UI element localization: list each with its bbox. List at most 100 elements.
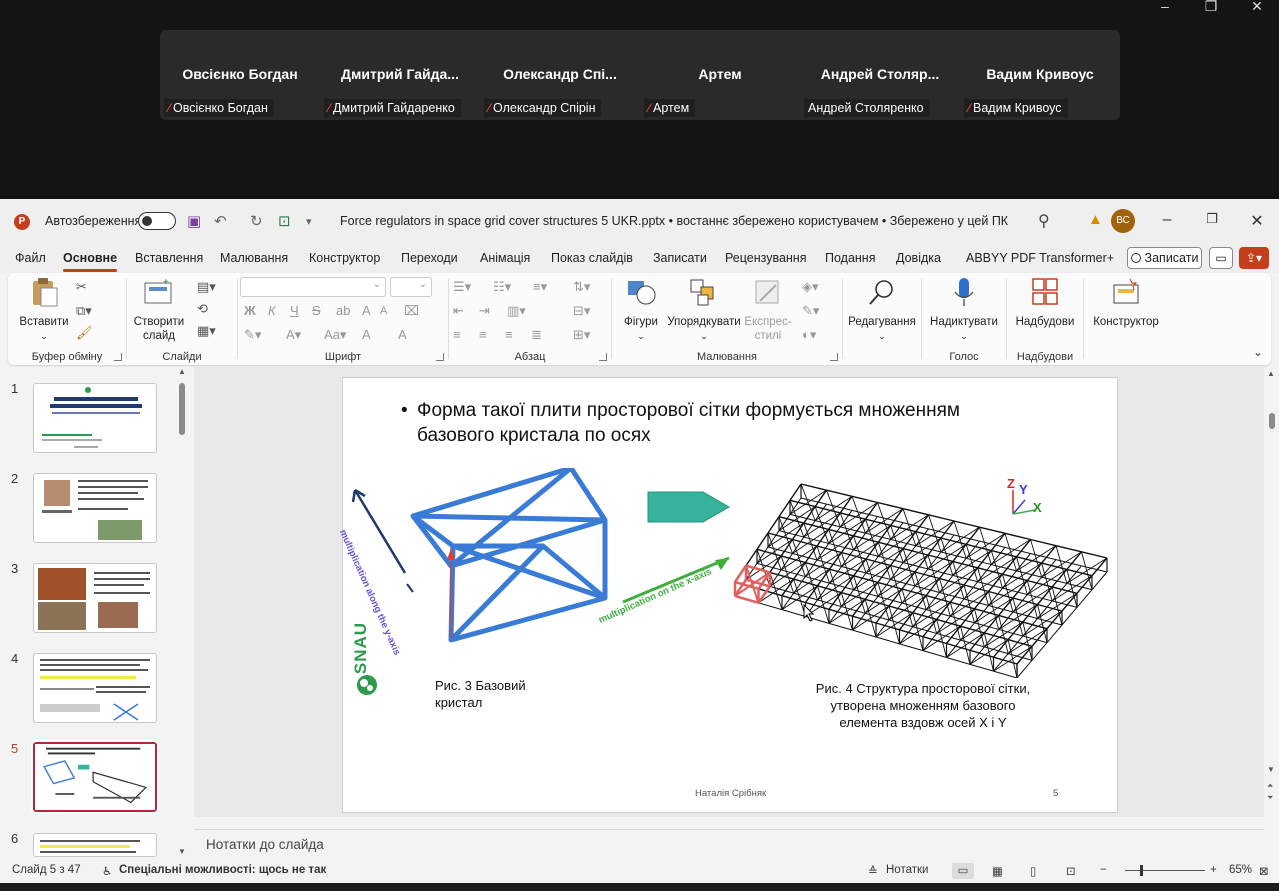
shapes-button[interactable]: Фігури ⌄ bbox=[616, 277, 666, 343]
slide-scrollbar[interactable]: ▲ ▼ ⏶ ⏷ bbox=[1265, 367, 1279, 817]
increase-indent-icon[interactable]: ⇥ bbox=[479, 303, 490, 319]
align-center-icon[interactable]: ≡ bbox=[479, 327, 487, 342]
right-arrow-shape[interactable] bbox=[647, 490, 731, 524]
figure-3-caption[interactable]: Рис. 3 Базовий кристал bbox=[435, 677, 526, 711]
tab-slideshow[interactable]: Показ слайдів bbox=[551, 251, 633, 265]
tab-draw[interactable]: Малювання bbox=[220, 251, 288, 265]
tab-insert[interactable]: Вставлення bbox=[135, 251, 203, 265]
dialog-launcher-icon[interactable] bbox=[436, 353, 444, 361]
line-spacing-icon[interactable]: ≡▾ bbox=[533, 279, 547, 295]
notes-pane[interactable]: Нотатки до слайда bbox=[194, 829, 1264, 857]
scrollbar-thumb[interactable] bbox=[1269, 413, 1275, 429]
participant-tile[interactable]: Овсієнко Богдан ⁄ Овсієнко Богдан bbox=[160, 30, 320, 120]
character-spacing-icon[interactable]: ab bbox=[336, 303, 350, 318]
participant-tile[interactable]: Дмитрий Гайда... ⁄ Дмитрий Гайдаренко bbox=[320, 30, 480, 120]
tab-review[interactable]: Рецензування bbox=[725, 251, 806, 265]
close-icon[interactable]: ✕ bbox=[1247, 211, 1267, 231]
arrange-button[interactable]: Упорядкувати ⌄ bbox=[666, 277, 742, 343]
dialog-launcher-icon[interactable] bbox=[599, 353, 607, 361]
align-left-icon[interactable]: ≡ bbox=[453, 327, 461, 342]
scroll-down-icon[interactable]: ▼ bbox=[1267, 765, 1275, 774]
italic-button[interactable]: К bbox=[268, 303, 276, 318]
change-case-icon[interactable]: Aa▾ bbox=[324, 327, 346, 343]
next-slide-icon[interactable]: ⏷ bbox=[1267, 793, 1273, 803]
slide-bullet-text[interactable]: • Форма такої плити просторової сітки фо… bbox=[401, 398, 1061, 448]
zoom-slider[interactable] bbox=[1125, 870, 1205, 871]
slide-counter[interactable]: Слайд 5 з 47 bbox=[12, 864, 81, 876]
slideshow-icon[interactable]: ⊡ bbox=[1066, 864, 1076, 878]
collapse-ribbon-icon[interactable]: ⌄ bbox=[1253, 345, 1263, 359]
fit-to-window-icon[interactable]: ⊠ bbox=[1259, 864, 1269, 878]
restore-icon[interactable]: ❐ bbox=[1202, 211, 1222, 227]
text-direction-icon[interactable]: ⇅▾ bbox=[573, 279, 590, 295]
editing-button[interactable]: Редагування ⌄ bbox=[845, 277, 919, 343]
dialog-launcher-icon[interactable] bbox=[114, 353, 122, 361]
reading-view-icon[interactable]: ▯ bbox=[1030, 864, 1036, 878]
layout-icon[interactable]: ▤▾ bbox=[197, 279, 216, 295]
minimize-icon[interactable]: – bbox=[1150, 0, 1180, 13]
slide-thumbnail[interactable] bbox=[33, 563, 157, 633]
decrease-indent-icon[interactable]: ⇤ bbox=[453, 303, 464, 319]
reset-icon[interactable]: ⟲ bbox=[197, 301, 208, 317]
section-icon[interactable]: ▦▾ bbox=[197, 323, 216, 339]
current-slide[interactable]: • Форма такої плити просторової сітки фо… bbox=[337, 377, 1118, 813]
present-icon[interactable]: ⊡ bbox=[278, 212, 291, 230]
scroll-up-icon[interactable]: ▲ bbox=[178, 367, 186, 376]
minimize-icon[interactable]: – bbox=[1157, 211, 1177, 229]
record-button[interactable]: Записати bbox=[1127, 247, 1202, 269]
tab-view[interactable]: Подання bbox=[825, 251, 875, 265]
document-title[interactable]: Force regulators in space grid cover str… bbox=[340, 214, 1008, 228]
font-size-up-button[interactable]: A bbox=[362, 303, 371, 318]
scroll-down-icon[interactable]: ▼ bbox=[178, 847, 186, 856]
close-icon[interactable]: ✕ bbox=[1242, 0, 1272, 13]
tab-help[interactable]: Довідка bbox=[896, 251, 941, 265]
addins-button[interactable]: Надбудови bbox=[1011, 277, 1079, 329]
search-icon[interactable]: ⚲ bbox=[1038, 211, 1050, 231]
accessibility-status[interactable]: Спеціальні можливості: щось не так bbox=[119, 864, 326, 876]
clear-format-icon[interactable]: ⌧ bbox=[404, 303, 419, 319]
redo-icon[interactable]: ↻ bbox=[250, 212, 263, 230]
underline-button[interactable]: Ч bbox=[290, 303, 299, 318]
slide-thumbnail[interactable] bbox=[33, 653, 157, 723]
tab-file[interactable]: Файл bbox=[15, 251, 46, 265]
tab-animations[interactable]: Анімація bbox=[480, 251, 530, 265]
bold-button[interactable]: Ж bbox=[244, 303, 256, 318]
paste-button[interactable]: Вставити ⌄ bbox=[16, 277, 72, 343]
normal-view-icon[interactable]: ▭ bbox=[952, 863, 974, 879]
autosave-toggle[interactable] bbox=[138, 212, 176, 230]
participant-tile[interactable]: Олександр Спі... ⁄ Олександр Спірін bbox=[480, 30, 640, 120]
space-grid-structure-figure[interactable] bbox=[731, 478, 1111, 678]
save-icon[interactable]: ▣ bbox=[187, 212, 201, 230]
undo-icon[interactable]: ↶ bbox=[214, 212, 227, 230]
zoom-level[interactable]: 65% bbox=[1229, 864, 1252, 876]
columns-icon[interactable]: ▥▾ bbox=[507, 303, 526, 319]
dialog-launcher-icon[interactable] bbox=[830, 353, 838, 361]
accessibility-icon[interactable]: ♿ bbox=[102, 864, 112, 878]
scroll-up-icon[interactable]: ▲ bbox=[1267, 369, 1275, 378]
text-effect-icon[interactable]: A bbox=[398, 327, 407, 342]
smartart-icon[interactable]: ⊞▾ bbox=[573, 327, 590, 343]
tab-home[interactable]: Основне bbox=[63, 251, 118, 272]
warning-icon[interactable]: ▲ bbox=[1088, 211, 1103, 228]
zoom-out-button[interactable]: − bbox=[1100, 864, 1107, 876]
shape-outline-icon[interactable]: ✎▾ bbox=[802, 303, 819, 319]
strikethrough-button[interactable]: S bbox=[312, 303, 321, 318]
thumbnails-scrollbar[interactable]: ▲ ▼ bbox=[177, 367, 186, 856]
figure-4-caption[interactable]: Рис. 4 Структура просторової сітки, утво… bbox=[783, 680, 1063, 731]
tab-transitions[interactable]: Переходи bbox=[401, 251, 458, 265]
font-size-down-button[interactable]: A bbox=[380, 305, 387, 317]
font-color-icon[interactable]: A▾ bbox=[286, 327, 301, 343]
quick-styles-button[interactable]: Експрес- стилі bbox=[740, 277, 796, 343]
dictate-button[interactable]: Надиктувати ⌄ bbox=[926, 277, 1002, 343]
designer-button[interactable]: Конструктор bbox=[1088, 277, 1164, 329]
previous-slide-icon[interactable]: ⏶ bbox=[1267, 781, 1273, 791]
bullets-icon[interactable]: ☰▾ bbox=[453, 279, 471, 295]
slide-sorter-icon[interactable]: ▦ bbox=[992, 864, 1003, 878]
slide-thumbnail[interactable] bbox=[33, 473, 157, 543]
participant-tile[interactable]: Артем ⁄ Артем bbox=[640, 30, 800, 120]
maximize-icon[interactable]: ❐ bbox=[1196, 0, 1226, 13]
format-painter-icon[interactable]: 🖌 bbox=[76, 325, 93, 341]
font-name-combo[interactable]: ⌄ bbox=[240, 277, 386, 297]
justify-icon[interactable]: ≣ bbox=[531, 327, 542, 343]
slide-thumbnail[interactable] bbox=[33, 383, 157, 453]
